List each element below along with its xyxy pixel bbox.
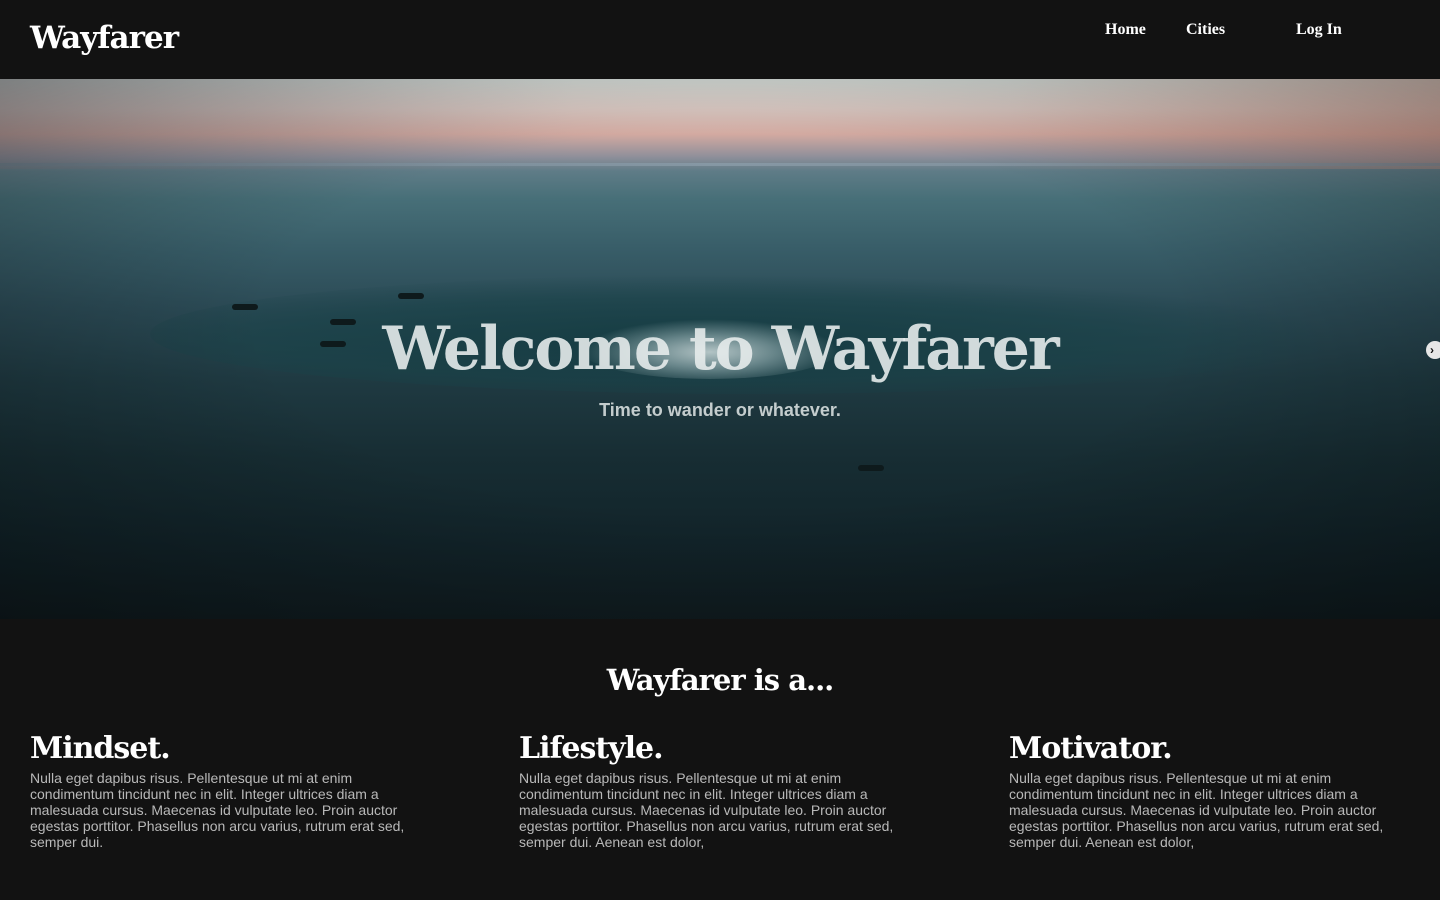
feature-text: Nulla eget dapibus risus. Pellentesque u…: [30, 770, 405, 850]
nav-link-cities[interactable]: Cities: [1186, 19, 1225, 41]
feature-text: Nulla eget dapibus risus. Pellentesque u…: [1009, 770, 1384, 850]
feature-title: Lifestyle.: [519, 731, 664, 766]
nav-link-log-in[interactable]: Log In: [1296, 19, 1342, 41]
chevron-right-icon[interactable]: ›: [1426, 341, 1440, 359]
feature-lifestyle: Lifestyle. Nulla eget dapibus risus. Pel…: [519, 728, 929, 850]
nav-link-home[interactable]: Home: [1105, 19, 1146, 41]
hero-carousel: Welcome to Wayfarer Time to wander or wh…: [0, 79, 1440, 619]
feature-motivator: Motivator. Nulla eget dapibus risus. Pel…: [1009, 728, 1419, 850]
hero-subtitle: Time to wander or whatever.: [599, 400, 841, 420]
feature-mindset: Mindset. Nulla eget dapibus risus. Pelle…: [30, 728, 440, 850]
about-heading: Wayfarer is a...: [606, 663, 835, 697]
brand-logo[interactable]: Wayfarer: [30, 18, 179, 58]
top-navbar: Wayfarer Home Cities Log In: [0, 0, 1440, 79]
feature-text: Nulla eget dapibus risus. Pellentesque u…: [519, 770, 894, 850]
hero-title: Welcome to Wayfarer: [382, 314, 1059, 384]
feature-title: Motivator.: [1009, 731, 1173, 766]
feature-title: Mindset.: [30, 731, 171, 766]
